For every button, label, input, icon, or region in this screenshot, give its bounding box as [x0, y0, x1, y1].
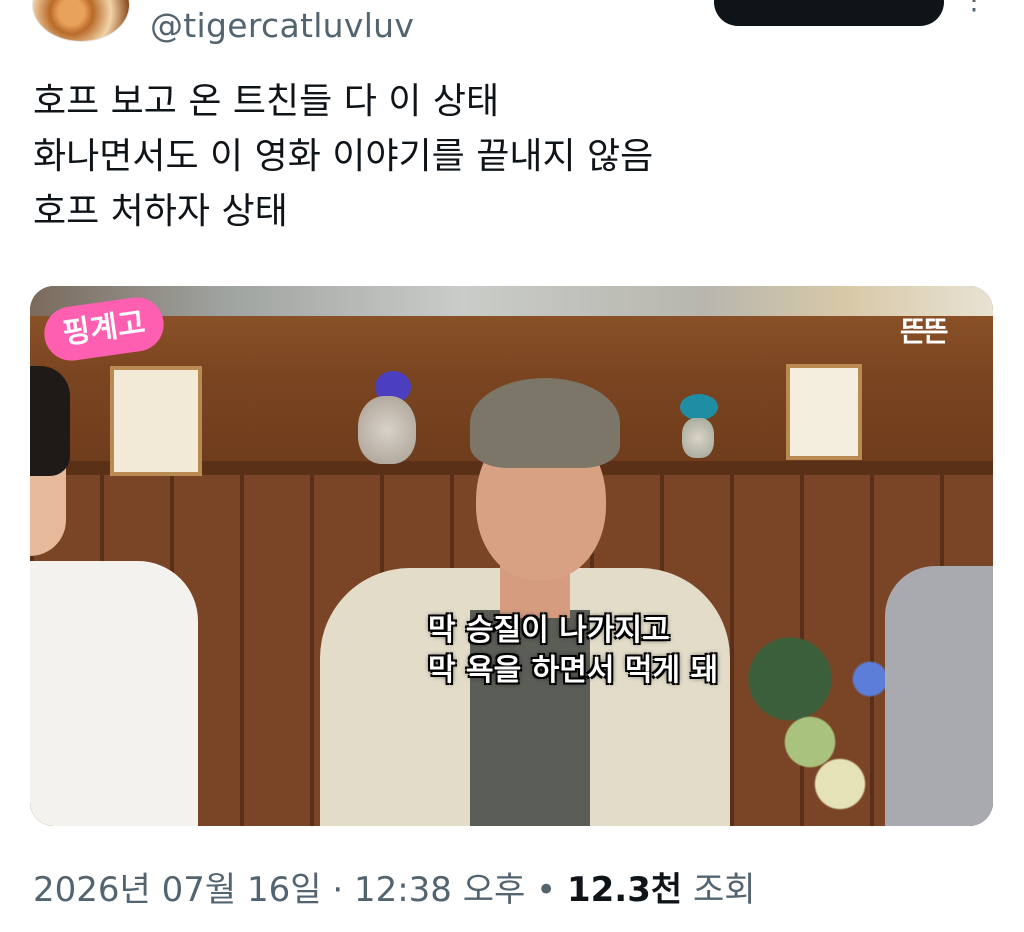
more-options-icon[interactable]: ⋮ [956, 0, 992, 18]
separator: · [321, 870, 354, 910]
avatar[interactable] [32, 0, 130, 42]
tweet-text: 호프 보고 온 트친들 다 이 상태 화나면서도 이 영화 이야기를 끝내지 않… [33, 74, 983, 239]
separator: • [525, 870, 567, 910]
person-center [310, 348, 730, 826]
tweet-meta: 2026년 07월 16일 · 12:38 오후 • 12.3천 조회 [33, 862, 756, 911]
video-subtitle: 막 승질이 나가지고 막 욕을 하면서 먹게 돼 [428, 611, 788, 691]
subtitle-line: 막 승질이 나가지고 [428, 613, 670, 648]
picture-frame [786, 364, 862, 460]
tweet-line: 화나면서도 이 영화 이야기를 끝내지 않음 [33, 136, 654, 177]
video-thumbnail[interactable]: 핑계고 뜬뜬 막 승질이 나가지고 막 욕을 하면서 먹게 돼 [30, 286, 993, 826]
person-left [30, 366, 200, 826]
user-handle[interactable]: @tigercatluvluv [150, 6, 414, 45]
channel-watermark: 뜬뜬 [900, 315, 949, 348]
post-time[interactable]: 12:38 오후 [354, 870, 525, 910]
tweet-line: 호프 처하자 상태 [33, 191, 288, 232]
follow-button[interactable] [714, 0, 944, 26]
subtitle-line: 막 욕을 하면서 먹게 돼 [428, 653, 719, 688]
tweet-line: 호프 보고 온 트친들 다 이 상태 [33, 81, 500, 122]
views-label: 조회 [682, 870, 756, 910]
person-right [885, 566, 993, 826]
post-date[interactable]: 2026년 07월 16일 [33, 870, 322, 910]
views-count: 12.3천 [566, 870, 683, 910]
